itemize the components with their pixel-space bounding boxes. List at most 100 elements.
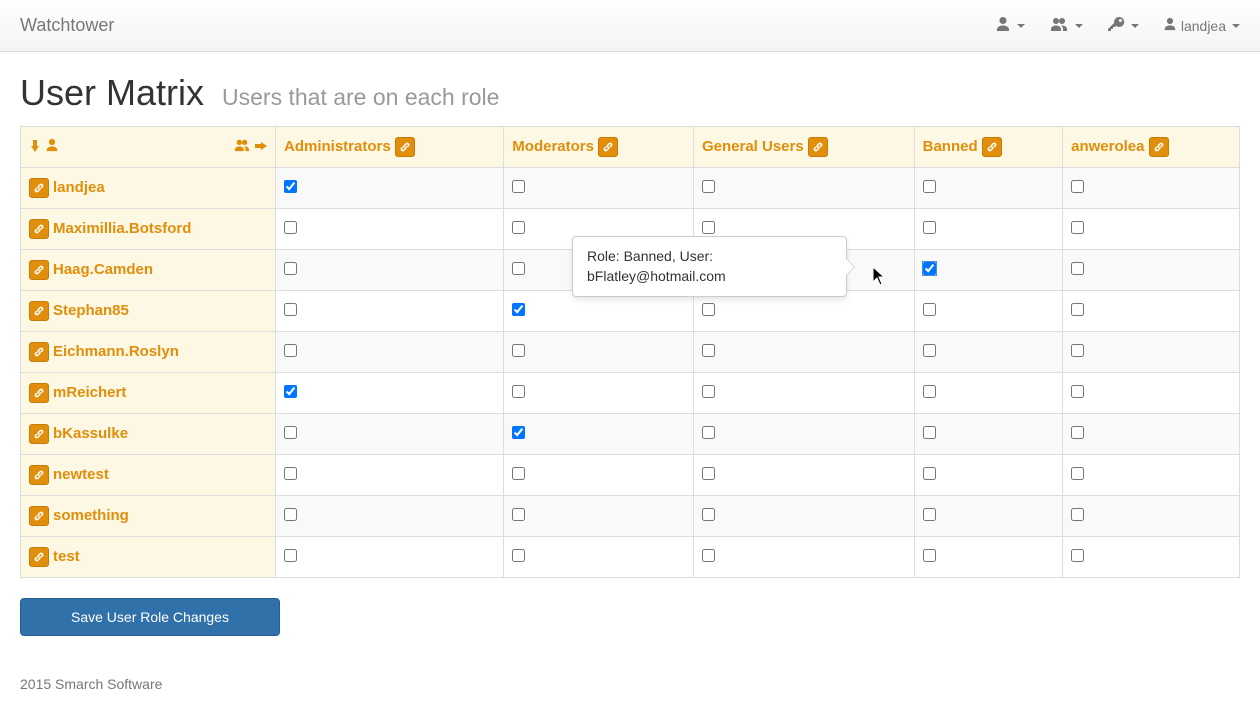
user-link[interactable]: Eichmann.Roslyn [53,343,179,360]
checkbox-cell [693,168,914,209]
role-checkbox[interactable] [284,467,297,480]
checkbox-cell [914,168,1063,209]
user-link[interactable]: test [53,548,80,565]
role-checkbox[interactable] [1071,180,1084,193]
checkbox-cell [1063,414,1240,455]
role-checkbox[interactable] [284,221,297,234]
role-checkbox[interactable] [702,221,715,234]
role-checkbox[interactable] [1071,508,1084,521]
user-link[interactable]: bKassulke [53,425,128,442]
link-icon[interactable] [29,383,49,403]
header-role-column: Moderators [504,127,694,168]
link-icon[interactable] [29,178,49,198]
header-role-column: General Users [693,127,914,168]
role-checkbox[interactable] [284,303,297,316]
role-checkbox[interactable] [923,467,936,480]
link-icon[interactable] [29,342,49,362]
role-checkbox[interactable] [923,508,936,521]
role-checkbox[interactable] [284,180,297,193]
user-icon [995,16,1011,35]
checkbox-cell [914,455,1063,496]
nav-key-dropdown[interactable] [1107,16,1139,35]
checkbox-cell [693,537,914,578]
role-checkbox[interactable] [284,549,297,562]
checkbox-cell [1063,373,1240,414]
user-link[interactable]: newtest [53,466,109,483]
role-checkbox[interactable] [702,426,715,439]
brand[interactable]: Watchtower [20,15,114,36]
role-checkbox[interactable] [1071,221,1084,234]
link-icon[interactable] [982,137,1002,157]
role-checkbox[interactable] [702,303,715,316]
role-checkbox[interactable] [512,426,525,439]
link-icon[interactable] [29,465,49,485]
role-checkbox[interactable] [1071,426,1084,439]
role-checkbox[interactable] [512,508,525,521]
role-checkbox[interactable] [702,385,715,398]
link-icon[interactable] [29,506,49,526]
checkbox-cell [693,373,914,414]
role-checkbox[interactable] [1071,262,1084,275]
role-checkbox[interactable] [512,221,525,234]
arrow-right-icon[interactable] [255,139,267,156]
link-icon[interactable] [598,137,618,157]
table-row: something [21,496,1240,537]
save-button[interactable]: Save User Role Changes [20,598,280,636]
role-checkbox[interactable] [702,180,715,193]
table-row: bKassulke [21,414,1240,455]
role-checkbox[interactable] [284,262,297,275]
nav-user-dropdown[interactable] [995,16,1025,35]
role-checkbox[interactable] [923,262,936,275]
role-checkbox[interactable] [923,549,936,562]
arrow-down-icon[interactable] [29,139,41,156]
page-title: User Matrix Users that are on each role [20,72,1240,114]
role-checkbox[interactable] [923,385,936,398]
role-checkbox[interactable] [284,385,297,398]
checkbox-cell [1063,291,1240,332]
role-checkbox[interactable] [923,344,936,357]
role-checkbox[interactable] [284,508,297,521]
role-checkbox[interactable] [702,344,715,357]
user-link[interactable]: mReichert [53,384,126,401]
user-link[interactable]: Stephan85 [53,302,129,319]
table-row: Eichmann.Roslyn [21,332,1240,373]
role-checkbox[interactable] [923,303,936,316]
link-icon[interactable] [29,260,49,280]
role-checkbox[interactable] [284,426,297,439]
role-checkbox[interactable] [512,344,525,357]
role-checkbox[interactable] [923,180,936,193]
role-checkbox[interactable] [702,508,715,521]
role-checkbox[interactable] [923,221,936,234]
link-icon[interactable] [808,137,828,157]
user-link[interactable]: landjea [53,179,105,196]
role-checkbox[interactable] [702,549,715,562]
role-checkbox[interactable] [512,549,525,562]
role-checkbox[interactable] [512,385,525,398]
link-icon[interactable] [29,424,49,444]
checkbox-cell [1063,496,1240,537]
link-icon[interactable] [1149,137,1169,157]
user-link[interactable]: Haag.Camden [53,261,153,278]
link-icon[interactable] [395,137,415,157]
role-checkbox[interactable] [923,426,936,439]
role-checkbox[interactable] [512,180,525,193]
role-checkbox[interactable] [1071,467,1084,480]
role-checkbox[interactable] [512,467,525,480]
role-checkbox[interactable] [1071,344,1084,357]
role-checkbox[interactable] [512,262,525,275]
role-checkbox[interactable] [1071,549,1084,562]
link-icon[interactable] [29,301,49,321]
user-link[interactable]: Maximillia.Botsford [53,220,191,237]
role-checkbox[interactable] [284,344,297,357]
role-checkbox[interactable] [1071,385,1084,398]
role-checkbox[interactable] [1071,303,1084,316]
role-checkbox[interactable] [512,303,525,316]
user-link[interactable]: something [53,507,129,524]
nav-right: landjea [995,16,1240,35]
role-checkbox[interactable] [702,467,715,480]
link-icon[interactable] [29,547,49,567]
users-icon [233,138,251,156]
nav-current-user[interactable]: landjea [1163,17,1240,34]
link-icon[interactable] [29,219,49,239]
nav-group-dropdown[interactable] [1049,16,1083,35]
